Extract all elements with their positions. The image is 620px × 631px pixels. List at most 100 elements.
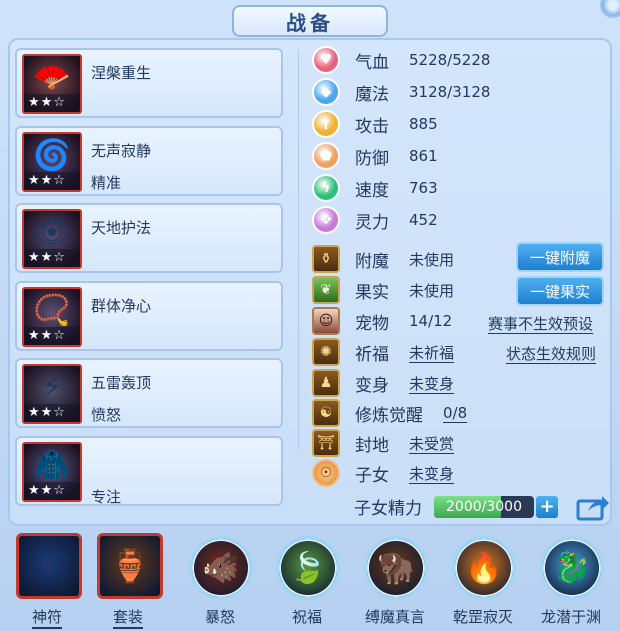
- stat-label: 气血: [355, 52, 389, 73]
- buff-label: 变身: [355, 375, 389, 396]
- skill-card[interactable]: 🧥 ★★☆ 专注: [15, 435, 283, 506]
- fury-icon[interactable]: 🐗: [189, 536, 253, 600]
- bind-demon-icon[interactable]: 🦬: [364, 536, 428, 600]
- skill-card[interactable]: 🪭 ★★☆ 涅槃重生: [15, 48, 283, 118]
- heart-icon: ♥: [312, 46, 340, 74]
- skill-card[interactable]: 📿 ★★☆ 群体净心: [15, 280, 283, 351]
- bottom-skill-6[interactable]: 🔥 乾罡寂灭: [444, 528, 522, 631]
- dragon-icon[interactable]: 🐉: [540, 536, 604, 600]
- bottom-skill-4[interactable]: 🍃 祝福: [268, 528, 346, 631]
- focus-icon[interactable]: 🧥 ★★☆: [22, 441, 82, 502]
- status-rules-link[interactable]: 状态生效规则: [506, 343, 596, 364]
- buff-row[interactable]: ⛩ 封地 未受赏: [312, 429, 454, 457]
- buff-row[interactable]: ❦ 果实 未使用: [312, 276, 454, 304]
- buff-row[interactable]: ⚱ 附魔 未使用: [312, 245, 454, 273]
- stat-value: 3128/3128: [409, 83, 491, 101]
- guardian-icon-glyph: 👁: [32, 215, 72, 250]
- buff-value[interactable]: 未变身: [409, 373, 454, 394]
- buff-value[interactable]: 0/8: [443, 404, 467, 422]
- buff-row[interactable]: ☯ 修炼觉醒 0/8: [312, 399, 467, 427]
- skill-card[interactable]: ⚡ ★★☆ 五雷轰顶 愤怒: [15, 358, 283, 428]
- stat-label: 攻击: [355, 116, 389, 137]
- bottom-skill-7[interactable]: 🐉 龙潜于渊: [532, 528, 610, 631]
- buff-row[interactable]: ☉ 子女 未变身: [312, 459, 454, 487]
- stat-label: 灵力: [355, 212, 389, 233]
- skill-star-rating: ★★☆: [24, 326, 80, 345]
- divider: [298, 50, 299, 450]
- stat-row: ♥ 气血 5228/5228: [312, 45, 490, 75]
- talisman-icon[interactable]: ✦: [16, 533, 82, 599]
- blessing-icon[interactable]: ✺: [312, 338, 340, 366]
- stat-label: 速度: [355, 180, 389, 201]
- armor-set-icon[interactable]: 🏺: [97, 533, 163, 599]
- skill-card[interactable]: 👁 ★★☆ 天地护法: [15, 203, 283, 273]
- cultivate-icon[interactable]: ☯: [312, 399, 340, 427]
- skill-trait: 精准: [91, 173, 122, 192]
- buff-label: 祈福: [355, 344, 389, 365]
- bottom-skill-3[interactable]: 🐗 暴怒: [181, 528, 259, 631]
- skill-star-rating: ★★☆: [24, 249, 80, 267]
- stat-row: ◆ 魔法 3128/3128: [312, 77, 490, 107]
- stat-row: ✥ 灵力 452: [312, 205, 438, 235]
- buff-label: 子女: [355, 465, 389, 486]
- stat-value: 861: [409, 147, 438, 165]
- bottom-skill-label: 套装: [89, 606, 167, 629]
- bless-icon[interactable]: 🍃: [276, 536, 340, 600]
- child-essence-label: 子女精力: [354, 499, 422, 519]
- bottom-skill-label-text: 暴怒: [204, 608, 235, 626]
- guardian-icon[interactable]: 👁 ★★☆: [22, 209, 82, 269]
- buff-value[interactable]: 未变身: [409, 463, 454, 484]
- bottom-skill-1[interactable]: ✦ 神符: [8, 528, 86, 631]
- purify-icon[interactable]: 📿 ★★☆: [22, 286, 82, 347]
- purify-icon-glyph: 📿: [33, 292, 71, 328]
- qiangang-icon[interactable]: 🔥: [452, 536, 516, 600]
- skill-star-rating: ★★☆: [24, 94, 80, 112]
- buff-label: 附魔: [355, 251, 389, 272]
- pet-icon[interactable]: ☺: [312, 307, 340, 335]
- silence-icon[interactable]: 🌀 ★★☆: [22, 131, 82, 192]
- buff-row[interactable]: ✺ 祈福 未祈福: [312, 338, 454, 366]
- add-essence-button[interactable]: +: [536, 496, 558, 518]
- buff-row[interactable]: ♟ 变身 未变身: [312, 369, 454, 397]
- share-icon[interactable]: [575, 492, 611, 522]
- buff-value: 未使用: [409, 281, 455, 300]
- skill-name: 天地护法: [91, 219, 152, 237]
- match-preset-link[interactable]: 赛事不生效预设: [488, 313, 593, 334]
- bottom-skill-label: 乾罡寂灭: [444, 606, 522, 627]
- fan-icon[interactable]: 🪭 ★★☆: [22, 54, 82, 114]
- stat-value: 5228/5228: [409, 51, 491, 69]
- bottom-skill-label-text: 神符: [31, 608, 62, 629]
- speed-icon: ϟ: [312, 174, 340, 202]
- skill-trait: 专注: [91, 487, 122, 506]
- stat-value: 763: [409, 179, 438, 197]
- transform-icon[interactable]: ♟: [312, 369, 340, 397]
- buff-value: 14/12: [409, 312, 453, 330]
- buff-value[interactable]: 未受赏: [409, 433, 454, 454]
- fruit-icon[interactable]: ❦: [312, 276, 340, 304]
- skill-name: 无声寂静: [91, 141, 152, 160]
- skill-card[interactable]: 🌀 ★★☆ 无声寂静精准: [15, 125, 283, 196]
- enchant-icon[interactable]: ⚱: [312, 245, 340, 273]
- bottom-skill-label: 神符: [8, 606, 86, 629]
- thunder-icon-glyph: ⚡: [41, 370, 63, 405]
- bottom-skill-label-text: 祝福: [291, 608, 322, 626]
- child-icon[interactable]: ☉: [312, 459, 340, 487]
- stat-row: † 攻击 885: [312, 109, 438, 139]
- buff-row[interactable]: ☺ 宠物 14/12: [312, 307, 452, 335]
- focus-icon-glyph: 🧥: [33, 447, 71, 483]
- thunder-icon[interactable]: ⚡ ★★☆: [22, 364, 82, 424]
- buff-value: 未使用: [409, 250, 455, 269]
- child-essence-value: 2000/3000: [446, 499, 522, 515]
- fief-icon[interactable]: ⛩: [312, 429, 340, 457]
- attack-icon: †: [312, 110, 340, 138]
- buff-value[interactable]: 未祈福: [409, 342, 454, 363]
- bottom-skill-5[interactable]: 🦬 缚魔真言: [356, 528, 434, 631]
- buff-label: 封地: [355, 435, 389, 456]
- stat-value: 885: [409, 115, 438, 133]
- child-essence-bar: 2000/3000: [434, 496, 534, 518]
- fruit-all-button[interactable]: 一键果实: [516, 276, 604, 306]
- enchant-all-button[interactable]: 一键附魔: [516, 242, 604, 272]
- skill-name: 五雷轰顶: [91, 374, 152, 392]
- bottom-skill-bar: ✦ 神符 🏺 套装 🐗 暴怒 🍃 祝福 🦬 缚魔真言 🔥 乾罡寂灭 🐉 龙潜于渊: [0, 528, 620, 631]
- bottom-skill-2[interactable]: 🏺 套装: [89, 528, 167, 631]
